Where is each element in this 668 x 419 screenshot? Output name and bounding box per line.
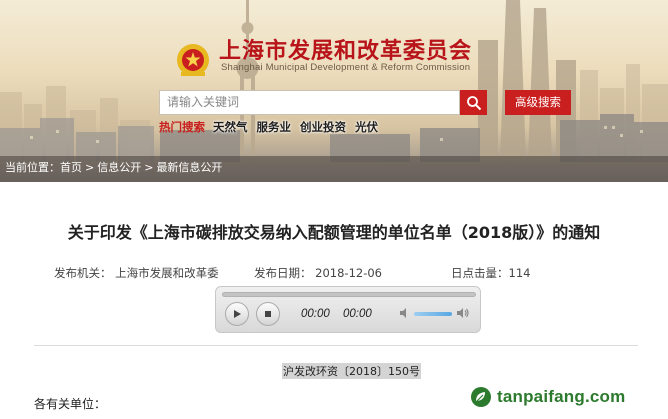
publisher-value: 上海市发展和改革委 (115, 266, 219, 280)
article-title: 关于印发《上海市碳排放交易纳入配额管理的单位名单（2018版）》的通知 (67, 223, 601, 242)
hot-keywords: 热门搜索 天然气 服务业 创业投资 光伏 (159, 119, 383, 135)
clicks-meta: 日点击量：114 (451, 265, 530, 281)
volume-slider[interactable] (414, 312, 452, 316)
hot-keyword-link[interactable]: 光伏 (355, 120, 378, 134)
date-label: 发布日期： (254, 266, 312, 280)
audio-progress-track[interactable] (222, 292, 476, 297)
breadcrumb-separator: > (144, 161, 154, 174)
watermark-text: tanpaifang.com (497, 387, 626, 406)
stop-button[interactable] (256, 302, 280, 326)
play-icon (234, 310, 241, 318)
publisher-meta: 发布机关： 上海市发展和改革委 (54, 265, 219, 281)
nation-emblem-logo-icon (177, 44, 209, 76)
date-meta: 发布日期： 2018-12-06 (254, 265, 382, 281)
audio-player: 00:00 00:00 (215, 286, 481, 333)
breadcrumb-separator: > (85, 161, 95, 174)
search-button[interactable] (460, 90, 487, 115)
clicks-value: 114 (508, 266, 531, 280)
volume-mute-icon[interactable] (399, 307, 411, 319)
watermark: tanpaifang.com (470, 386, 625, 408)
breadcrumb-prefix: 当前位置： (5, 161, 60, 174)
header-banner: 上海市发展和改革委员会 Shanghai Municipal Developme… (0, 0, 668, 182)
duration-time: 00:00 (343, 308, 372, 320)
breadcrumb-item-info[interactable]: 信息公开 (97, 161, 141, 174)
hot-keyword-link[interactable]: 天然气 (213, 120, 248, 134)
date-value: 2018-12-06 (315, 266, 382, 280)
current-time: 00:00 (301, 308, 330, 320)
volume-max-icon[interactable] (456, 307, 470, 319)
breadcrumb-item-home[interactable]: 首页 (60, 161, 82, 174)
play-button[interactable] (225, 302, 249, 326)
leaf-logo-icon (471, 387, 491, 407)
hot-keyword-link[interactable]: 服务业 (257, 120, 292, 134)
breadcrumb: 当前位置：首页 > 信息公开 > 最新信息公开 (0, 156, 668, 182)
content-divider (34, 345, 638, 346)
site-subtitle: Shanghai Municipal Development & Reform … (221, 62, 471, 73)
hot-keyword-link[interactable]: 创业投资 (300, 120, 346, 134)
document-number: 沪发改环资〔2018〕150号 (282, 363, 421, 379)
site-title: 上海市发展和改革委员会 (219, 39, 473, 64)
search-icon (466, 95, 481, 110)
advanced-search-button[interactable]: 高级搜索 (505, 90, 571, 115)
hot-search-label: 热门搜索 (159, 120, 205, 134)
salutation: 各有关单位： (34, 397, 107, 411)
search-input[interactable]: 请输入关键词 (159, 90, 460, 115)
stop-icon (265, 311, 271, 317)
clicks-label: 日点击量： (451, 266, 509, 280)
publisher-label: 发布机关： (54, 266, 112, 280)
breadcrumb-item-latest[interactable]: 最新信息公开 (156, 161, 222, 174)
